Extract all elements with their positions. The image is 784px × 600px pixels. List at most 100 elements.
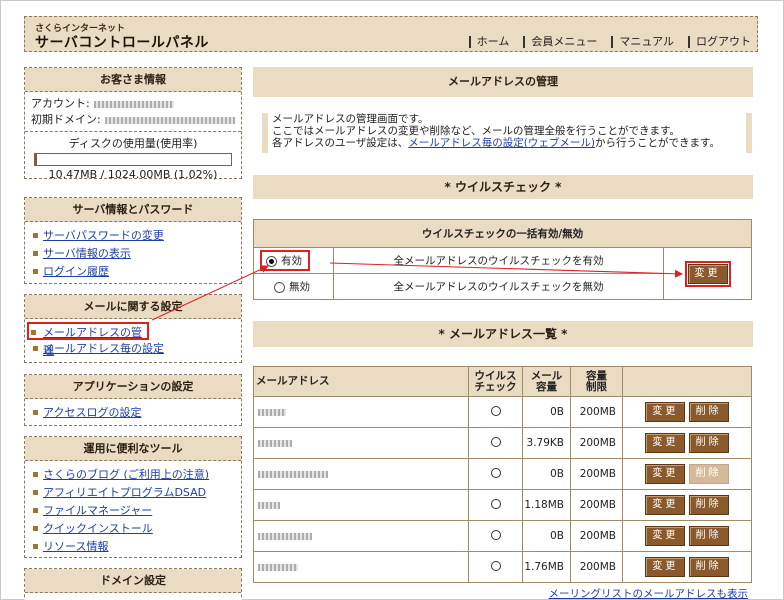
virus-check-cell: [468, 458, 523, 490]
edit-button[interactable]: 変更: [645, 526, 686, 546]
limit-cell: 200MB: [570, 396, 623, 428]
edit-button[interactable]: 変更: [645, 495, 686, 515]
delete-button: 削除: [688, 464, 729, 484]
server-info-link[interactable]: サーバ情報の表示: [43, 247, 131, 260]
limit-cell: 200MB: [570, 458, 623, 490]
webmail-settings-link[interactable]: メールアドレス毎の設定(ウェブメール): [408, 137, 595, 149]
login-history-link[interactable]: ログイン履歴: [43, 265, 109, 278]
usage-cell: 0B: [522, 396, 571, 428]
limit-cell: 200MB: [570, 551, 623, 583]
table-row: 3.79KB 200MB 変更 削除: [253, 427, 752, 459]
virus-check-cell: [468, 489, 523, 521]
delete-button[interactable]: 削除: [688, 402, 729, 422]
blog-link[interactable]: さくらのブログ (ご利用上の注意): [43, 468, 209, 481]
delete-button[interactable]: 削除: [688, 495, 729, 515]
mail-settings-panel: メールに関する設定 メールアドレスの管理 メールアドレス毎の設定: [24, 294, 242, 363]
account-row: アカウント:: [25, 96, 241, 112]
address-cell: [253, 520, 469, 552]
table-row: 0B 200MB 変更 削除: [253, 520, 752, 552]
brand-title: サーバコントロールパネル: [35, 35, 209, 51]
virus-check-status-icon: [490, 498, 501, 509]
server-password-link[interactable]: サーバパスワードの変更: [43, 229, 164, 242]
disk-usage-label: ディスクの使用量(使用率): [68, 137, 198, 150]
option-disable-cell: 無効: [253, 273, 334, 300]
actions-cell: 変更 削除: [622, 489, 752, 521]
virus-check-cell: [468, 427, 523, 459]
sidebar-item-blog: さくらのブログ (ご利用上の注意): [31, 466, 237, 484]
option-disable-description: 全メールアドレスのウイルスチェックを無効: [333, 273, 664, 300]
edit-button[interactable]: 変更: [645, 433, 686, 453]
delete-button[interactable]: 削除: [688, 526, 729, 546]
description-line-3: 各アドレスのユーザ設定は、メールアドレス毎の設定(ウェブメール)から行うことがで…: [272, 137, 746, 149]
server-panel-title: サーバ情報とパスワード: [25, 198, 241, 222]
virus-check-cell: [468, 551, 523, 583]
address-redacted: [258, 501, 280, 509]
page-title: メールアドレスの管理: [253, 67, 753, 97]
description-line-2: ここではメールアドレスの変更や削除など、メールの管理全般を行うことができます。: [272, 125, 680, 137]
account-value-redacted: [93, 100, 174, 108]
nav-logout[interactable]: ログアウト: [688, 36, 751, 48]
limit-cell: 200MB: [570, 489, 623, 521]
col-limit: 容量 制限: [570, 366, 623, 397]
affiliate-link[interactable]: アフィリエイトプログラムDSAD: [43, 486, 206, 499]
usage-cell: 0B: [522, 520, 571, 552]
disk-usage-value: 10.47MB / 1024.00MB (1.02%): [48, 168, 218, 181]
app-settings-panel: アプリケーションの設定 アクセスログの設定: [24, 374, 242, 426]
sidebar-item-quick-install: クイックインストール: [31, 520, 237, 538]
option-enable-cell: 有効: [253, 247, 334, 274]
radio-disable[interactable]: [274, 281, 285, 293]
address-redacted: [258, 408, 286, 416]
edit-button[interactable]: 変更: [645, 402, 686, 422]
option-enable-label: 有効: [281, 255, 302, 267]
address-cell: [253, 427, 469, 459]
sidebar-item-access-log: アクセスログの設定: [31, 404, 237, 422]
description-line-1: メールアドレスの管理画面です。: [272, 113, 429, 125]
delete-button[interactable]: 削除: [688, 557, 729, 577]
option-enable-highlight: 有効: [260, 250, 310, 271]
server-panel: サーバ情報とパスワード サーバパスワードの変更 サーバ情報の表示 ログイン履歴: [24, 197, 242, 284]
actions-cell: 変更 削除: [622, 396, 752, 428]
virus-check-cell: [468, 520, 523, 552]
access-log-link[interactable]: アクセスログの設定: [43, 406, 141, 419]
sidebar-item-mail-per-address: メールアドレス毎の設定: [31, 340, 237, 358]
col-mail-usage-line2: 容量: [536, 380, 557, 393]
virus-check-status-icon: [490, 436, 501, 447]
mailing-list-link[interactable]: メーリングリストのメールアドレスも表示: [549, 586, 749, 600]
col-address: メールアドレス: [253, 366, 469, 397]
app-settings-title: アプリケーションの設定: [25, 375, 241, 399]
sidebar-item-file-manager: ファイルマネージャー: [31, 502, 237, 520]
nav-member-menu[interactable]: 会員メニュー: [523, 36, 597, 48]
edit-button[interactable]: 変更: [645, 557, 686, 577]
account-label: アカウント:: [31, 97, 90, 110]
sidebar-item-server-info: サーバ情報の表示: [31, 245, 237, 263]
delete-button[interactable]: 削除: [688, 433, 729, 453]
sidebar-item-resource-info: リソース情報: [31, 538, 237, 556]
disk-usage-fill: [35, 154, 37, 165]
table-row: 0B 200MB 変更 削除: [253, 458, 752, 490]
quick-install-link[interactable]: クイックインストール: [43, 522, 153, 535]
mail-list-section-title: * メールアドレス一覧 *: [253, 321, 753, 347]
disk-usage-bar: [34, 153, 232, 166]
tools-panel: 運用に便利なツール さくらのブログ (ご利用上の注意) アフィリエイトプログラム…: [24, 436, 242, 558]
domain-panel: ドメイン設定: [24, 568, 242, 600]
edit-button[interactable]: 変更: [645, 464, 686, 484]
option-disable-label: 無効: [289, 281, 310, 293]
nav-manual[interactable]: マニュアル: [611, 36, 674, 48]
usage-cell: 1.76MB: [522, 551, 571, 583]
col-actions: [622, 366, 752, 397]
col-virus-check-line2: チェック: [474, 380, 517, 393]
mail-per-address-link[interactable]: メールアドレス毎の設定: [43, 342, 164, 355]
resource-info-link[interactable]: リソース情報: [43, 540, 108, 553]
customer-info-title: お客さま情報: [25, 68, 241, 92]
col-mail-usage: メール 容量: [522, 366, 571, 397]
change-button[interactable]: 変更: [687, 263, 728, 284]
file-manager-link[interactable]: ファイルマネージャー: [43, 504, 152, 517]
nav-home[interactable]: ホーム: [468, 36, 509, 48]
virus-check-cell: [468, 396, 523, 428]
virus-check-status-icon: [490, 467, 501, 478]
radio-enable[interactable]: [266, 255, 277, 267]
col-limit-line2: 制限: [586, 380, 607, 393]
sidebar-item-affiliate: アフィリエイトプログラムDSAD: [31, 484, 237, 502]
mail-address-table: メールアドレス ウイルス チェック メール 容量 容量 制限 0B 200MB 変更 削除…: [253, 366, 752, 583]
option-enable-description: 全メールアドレスのウイルスチェックを有効: [333, 247, 664, 274]
